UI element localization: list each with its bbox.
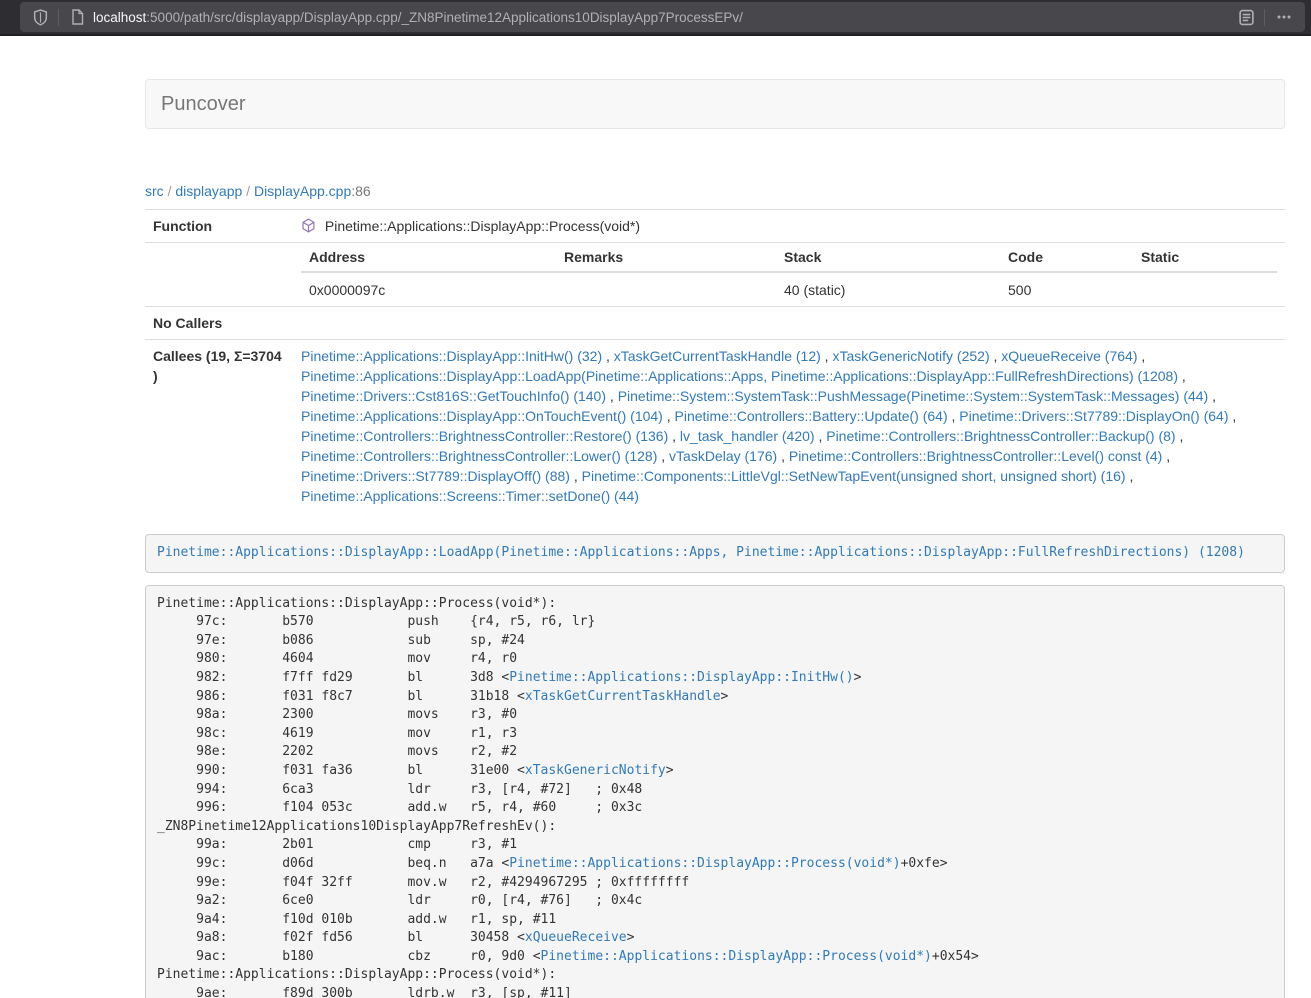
callee-link[interactable]: Pinetime::Drivers::St7789::DisplayOn() (… (959, 408, 1228, 424)
callee-link[interactable]: Pinetime::System::SystemTask::PushMessag… (618, 388, 1209, 404)
page-icon[interactable] (65, 5, 89, 29)
function-name-cell: Pinetime::Applications::DisplayApp::Proc… (293, 210, 1285, 243)
callees-list: Pinetime::Applications::DisplayApp::Init… (293, 340, 1285, 513)
stats-value-row: 0x0000097c 40 (static) 500 (301, 272, 1277, 306)
function-detail-table: Function Pinetime::Applications::Display… (145, 209, 1285, 512)
callee-link[interactable]: Pinetime::Applications::Screens::Timer::… (301, 488, 639, 504)
remarks-value (556, 272, 776, 306)
callee-link[interactable]: xQueueReceive (764) (1001, 348, 1137, 364)
asm-symbol-link[interactable]: Pinetime::Applications::DisplayApp::Proc… (541, 949, 932, 964)
code-value: 500 (1000, 272, 1133, 306)
url-text: localhost:5000/path/src/displayapp/Displ… (93, 10, 1234, 25)
breadcrumb: src / displayapp / DisplayApp.cpp:86 (145, 181, 1285, 201)
no-callers-label: No Callers (145, 307, 293, 340)
col-remarks: Remarks (556, 243, 776, 272)
breadcrumb-separator: / (246, 183, 250, 199)
static-value (1133, 272, 1277, 306)
callee-link[interactable]: vTaskDelay (176) (669, 448, 777, 464)
function-row: Function Pinetime::Applications::Display… (145, 210, 1285, 243)
breadcrumb-link-displayapp[interactable]: displayapp (175, 183, 242, 199)
address-value: 0x0000097c (301, 272, 556, 306)
function-name: Pinetime::Applications::DisplayApp::Proc… (325, 218, 640, 234)
url-bar[interactable]: localhost:5000/path/src/displayapp/Displ… (20, 2, 1305, 32)
loadapp-symbol-link[interactable]: Pinetime::Applications::DisplayApp::Load… (157, 545, 1245, 560)
app-navbar: Puncover (145, 79, 1285, 129)
callee-link[interactable]: Pinetime::Applications::DisplayApp::OnTo… (301, 408, 663, 424)
stats-table: Address Remarks Stack Code Static 0x0000… (301, 243, 1277, 306)
breadcrumb-link-file[interactable]: DisplayApp.cpp (254, 183, 351, 199)
col-address: Address (301, 243, 556, 272)
asm-symbol-link[interactable]: xTaskGenericNotify (525, 763, 666, 778)
breadcrumb-line-number: :86 (351, 183, 370, 199)
asm-symbol-link[interactable]: xTaskGetCurrentTaskHandle (525, 689, 721, 704)
stack-value: 40 (static) (776, 272, 1000, 306)
shield-icon[interactable] (28, 5, 52, 29)
stats-header-row: Address Remarks Stack Code Static (301, 243, 1277, 272)
callee-link[interactable]: Pinetime::Controllers::BrightnessControl… (301, 448, 657, 464)
reader-mode-icon[interactable] (1234, 5, 1258, 29)
callee-link[interactable]: xTaskGetCurrentTaskHandle (12) (614, 348, 821, 364)
brand-link[interactable]: Puncover (146, 80, 261, 128)
asm-symbol-link[interactable]: xQueueReceive (525, 930, 627, 945)
callee-link[interactable]: Pinetime::Drivers::St7789::DisplayOff() … (301, 468, 570, 484)
asm-symbol-link[interactable]: Pinetime::Applications::DisplayApp::Proc… (509, 856, 900, 871)
callee-link[interactable]: Pinetime::Applications::DisplayApp::Init… (301, 348, 602, 364)
stats-row: Address Remarks Stack Code Static 0x0000… (145, 243, 1285, 307)
callee-link[interactable]: Pinetime::Controllers::Battery::Update()… (675, 408, 948, 424)
pageaction-divider (1264, 9, 1265, 26)
more-menu-button[interactable] (1271, 5, 1297, 29)
callee-link[interactable]: lv_task_handler (420) (680, 428, 815, 444)
cube-icon (301, 220, 320, 236)
callee-link[interactable]: Pinetime::Components::LittleVgl::SetNewT… (582, 468, 1126, 484)
callees-label: Callees (19, Σ=3704 ) (145, 340, 293, 513)
function-label: Function (145, 210, 293, 243)
breadcrumb-separator: / (168, 183, 172, 199)
no-callers-row: No Callers (145, 307, 1285, 340)
col-static: Static (1133, 243, 1277, 272)
callee-link[interactable]: Pinetime::Controllers::BrightnessControl… (301, 428, 668, 444)
highlighted-symbol-box: Pinetime::Applications::DisplayApp::Load… (145, 534, 1285, 573)
browser-toolbar: localhost:5000/path/src/displayapp/Displ… (0, 0, 1311, 36)
callee-link[interactable]: xTaskGenericNotify (252) (832, 348, 989, 364)
callee-link[interactable]: Pinetime::Drivers::Cst816S::GetTouchInfo… (301, 388, 606, 404)
breadcrumb-link-src[interactable]: src (145, 183, 164, 199)
callee-link[interactable]: Pinetime::Applications::DisplayApp::Load… (301, 368, 1178, 384)
page-container: Puncover src / displayapp / DisplayApp.c… (145, 79, 1285, 998)
callee-link[interactable]: Pinetime::Controllers::BrightnessControl… (789, 448, 1162, 464)
callee-link[interactable]: Pinetime::Controllers::BrightnessControl… (826, 428, 1175, 444)
col-stack: Stack (776, 243, 1000, 272)
url-host: localhost (93, 10, 146, 25)
urlbar-divider (58, 9, 59, 26)
assembly-code: Pinetime::Applications::DisplayApp::Proc… (145, 585, 1285, 998)
col-code: Code (1000, 243, 1133, 272)
url-path: :5000/path/src/displayapp/DisplayApp.cpp… (146, 10, 743, 25)
asm-symbol-link[interactable]: Pinetime::Applications::DisplayApp::Init… (509, 670, 853, 685)
callees-row: Callees (19, Σ=3704 ) Pinetime::Applicat… (145, 340, 1285, 513)
